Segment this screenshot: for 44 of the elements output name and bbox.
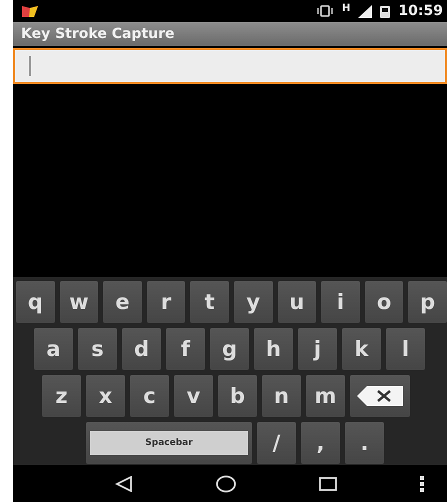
text-input-field[interactable] [13, 48, 447, 84]
key[interactable]: o [364, 281, 404, 323]
key[interactable]: c [130, 375, 169, 417]
key[interactable]: v [174, 375, 213, 417]
network-type: H [342, 2, 350, 14]
key[interactable]: f [166, 328, 205, 370]
key[interactable]: u [278, 281, 316, 323]
key[interactable]: m [306, 375, 345, 417]
key[interactable]: n [262, 375, 301, 417]
backspace-icon [357, 386, 403, 406]
key[interactable]: r [146, 281, 186, 323]
recent-apps-icon[interactable] [319, 476, 338, 492]
key[interactable]: a [34, 328, 73, 370]
key[interactable]: y [234, 281, 273, 323]
backspace-key[interactable] [350, 375, 410, 417]
key[interactable]: z [42, 375, 81, 417]
vibrate-icon [316, 5, 334, 17]
key[interactable]: i [321, 281, 360, 323]
signal-icon [358, 4, 372, 18]
key[interactable]: , [301, 422, 340, 464]
key[interactable]: p [408, 281, 447, 323]
key[interactable]: / [257, 422, 296, 464]
key[interactable]: e [103, 281, 142, 323]
key[interactable]: k [342, 328, 381, 370]
home-icon[interactable] [216, 474, 236, 492]
back-icon[interactable] [114, 476, 133, 492]
spacebar-key[interactable]: Spacebar [86, 422, 252, 464]
key[interactable]: . [345, 422, 384, 464]
key[interactable]: d [122, 328, 161, 370]
key[interactable]: j [298, 328, 337, 370]
app-title: Key Stroke Capture [21, 26, 175, 42]
key[interactable]: x [86, 375, 125, 417]
key[interactable]: h [254, 328, 293, 370]
key[interactable]: g [210, 328, 249, 370]
key[interactable]: s [78, 328, 117, 370]
key[interactable]: t [190, 281, 229, 323]
key[interactable]: w [60, 281, 98, 323]
key[interactable]: q [16, 281, 55, 323]
battery-icon [380, 4, 390, 18]
app-notification-icon [21, 4, 39, 18]
key[interactable]: l [386, 328, 425, 370]
clock: 10:59 [398, 3, 443, 19]
menu-icon[interactable] [420, 474, 426, 492]
key[interactable]: b [218, 375, 257, 417]
